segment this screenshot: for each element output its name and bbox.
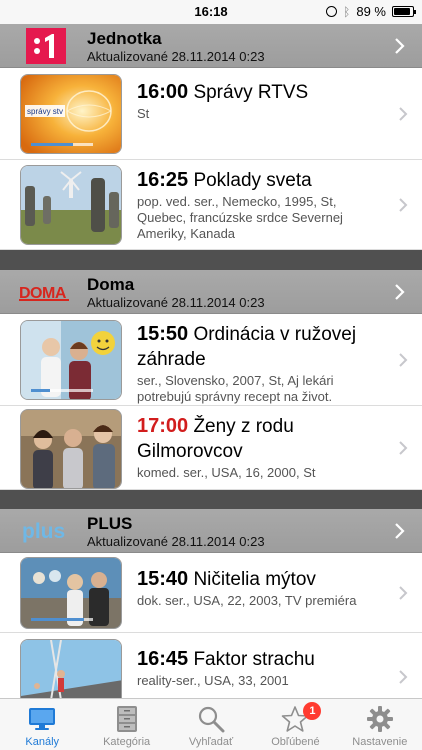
program-progress-bar (31, 143, 93, 146)
channel-updated: Aktualizované 28.11.2014 0:23 (87, 49, 265, 64)
channel-updated: Aktualizované 28.11.2014 0:23 (87, 534, 265, 549)
chevron-right-icon (399, 670, 408, 684)
channel-header-jednotka[interactable]: Jednotka Aktualizované 28.11.2014 0:23 (0, 24, 422, 68)
program-row-poklady-sveta[interactable]: 16:25 Poklady sveta pop. ved. ser., Neme… (0, 160, 422, 250)
tab-vyhladat[interactable]: Vyhľadať (169, 699, 253, 750)
battery-percent: 89 % (356, 4, 386, 19)
doma-logo: DOMA (18, 274, 74, 310)
program-time-live: 17:00 (137, 415, 189, 437)
cabinet-icon (111, 704, 143, 734)
program-info: 15:50 Ordinácia v ružovej záhrade ser., … (137, 322, 382, 405)
program-description: pop. ved. ser., Nemecko, 1995, St, Quebe… (137, 194, 343, 241)
program-thumbnail: správy stv (20, 74, 122, 154)
program-time: 16:00 (137, 81, 189, 103)
chevron-right-icon (395, 523, 405, 539)
program-title: Správy RTVS (193, 82, 309, 103)
tab-label: Kanály (25, 736, 60, 748)
channel-list[interactable]: Jednotka Aktualizované 28.11.2014 0:23 s (0, 24, 422, 698)
chevron-right-icon (395, 38, 405, 54)
chevron-right-icon (399, 107, 408, 121)
star-icon: 1 (279, 702, 322, 734)
chevron-right-icon (399, 441, 408, 455)
status-indicators: ᛒ 89 % (326, 4, 416, 19)
program-progress-bar (31, 618, 93, 621)
program-time: 15:50 (137, 323, 189, 345)
channel-updated: Aktualizované 28.11.2014 0:23 (87, 295, 265, 310)
alarm-icon (326, 6, 338, 17)
program-info: 16:25 Poklady sveta pop. ved. ser., Neme… (137, 168, 382, 242)
program-thumbnail (20, 165, 122, 245)
plus-logo: plus (22, 513, 70, 549)
status-bar: 16:18 ᛒ 89 % (0, 0, 422, 24)
gear-icon (364, 704, 396, 734)
program-time: 15:40 (137, 568, 189, 590)
program-progress-fill (31, 143, 74, 146)
tab-oblubene[interactable]: 1 Obľúbené (253, 699, 337, 750)
program-description: ser., Slovensko, 2007, St, Aj lekári pot… (137, 373, 334, 404)
program-description: reality-ser., USA, 33, 2001 (137, 673, 289, 688)
thumb-caption: správy stv (27, 107, 63, 116)
program-info: 17:00 Ženy z rodu Gilmorovcov komed. ser… (137, 414, 382, 481)
search-icon (195, 704, 227, 734)
program-info: 15:40 Ničitelia mýtov dok. ser., USA, 22… (137, 567, 382, 609)
jednotka-logo (22, 28, 70, 64)
battery-level (394, 8, 410, 15)
tab-label: Vyhľadať (188, 736, 234, 748)
tab-label: Kategória (103, 736, 151, 748)
program-progress-fill (31, 389, 50, 392)
program-progress-bar (31, 389, 93, 392)
program-description: St (137, 106, 150, 121)
program-row-faktor-strachu[interactable]: 16:45 Faktor strachu reality-ser., USA, … (0, 633, 422, 698)
program-info: 16:45 Faktor strachu reality-ser., USA, … (137, 647, 382, 689)
program-thumbnail (20, 320, 122, 400)
channel-name: PLUS (87, 514, 133, 533)
monitor-icon (26, 704, 58, 734)
program-time: 16:25 (137, 169, 189, 191)
program-title: Ničitelia mýtov (193, 569, 316, 590)
channel-header-doma[interactable]: DOMA Doma Aktualizované 28.11.2014 0:23 (0, 270, 422, 314)
program-description: dok. ser., USA, 22, 2003, TV premiéra (137, 593, 357, 608)
program-title: Faktor strachu (193, 649, 315, 670)
bluetooth-icon: ᛒ (343, 4, 351, 19)
tab-kategoria[interactable]: Kategória (84, 699, 168, 750)
channel-name: Doma (87, 275, 135, 294)
chevron-right-icon (395, 284, 405, 300)
tab-label: Obľúbené (271, 736, 320, 748)
program-thumbnail (20, 557, 122, 629)
chevron-right-icon (399, 586, 408, 600)
program-progress-fill (31, 618, 84, 621)
battery-icon (392, 6, 416, 17)
channel-header-plus[interactable]: plus PLUS Aktualizované 28.11.2014 0:23 (0, 509, 422, 553)
section-separator (0, 250, 422, 270)
tab-label: Nastavenie (352, 736, 408, 748)
program-thumbnail (20, 639, 122, 698)
program-thumbnail (20, 409, 122, 489)
tab-kanaly[interactable]: Kanály (0, 699, 84, 750)
plus-logo-text: plus (22, 520, 65, 543)
program-row-ordinacia[interactable]: 15:50 Ordinácia v ružovej záhrade ser., … (0, 314, 422, 406)
program-title: Poklady sveta (193, 170, 312, 191)
tab-nastavenie[interactable]: Nastavenie (338, 699, 422, 750)
program-info: 16:00 Správy RTVS St (137, 80, 382, 122)
chevron-right-icon (399, 198, 408, 212)
favorites-badge: 1 (303, 702, 322, 720)
tab-bar: Kanály Kategória Vyhľadať 1 Obľúbené Nas… (0, 698, 422, 750)
channel-name: Jednotka (87, 29, 162, 48)
chevron-right-icon (399, 353, 408, 367)
program-row-spravy-rtvs[interactable]: správy stv 16:00 Správy RTVS St (0, 68, 422, 160)
section-separator (0, 490, 422, 509)
program-row-nicitelia-mytov[interactable]: 15:40 Ničitelia mýtov dok. ser., USA, 22… (0, 553, 422, 633)
program-description: komed. ser., USA, 16, 2000, St (137, 465, 316, 480)
program-time: 16:45 (137, 648, 189, 670)
program-row-zeny-z-rodu[interactable]: 17:00 Ženy z rodu Gilmorovcov komed. ser… (0, 406, 422, 490)
